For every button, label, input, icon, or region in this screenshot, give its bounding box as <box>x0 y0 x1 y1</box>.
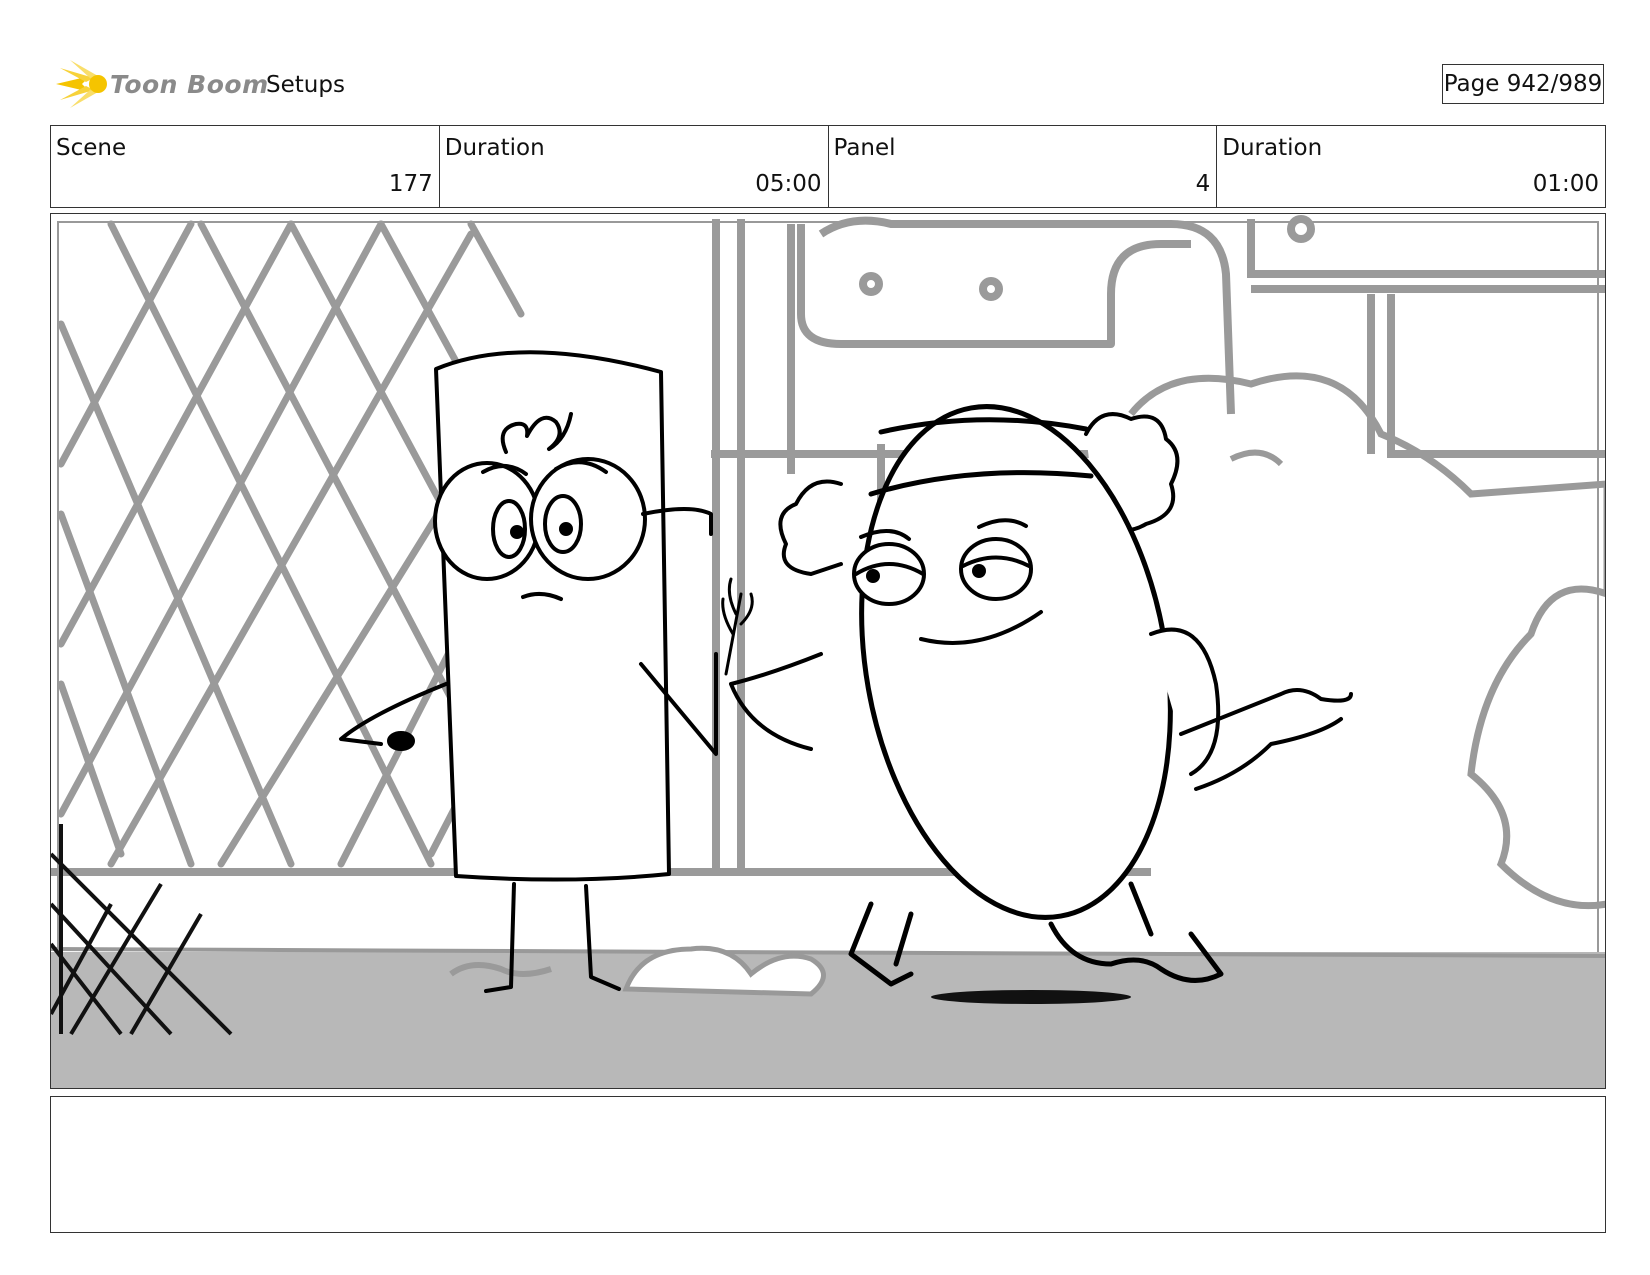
floor-rocks <box>622 945 826 997</box>
scene-cell: Scene 177 <box>51 126 440 207</box>
tall-character <box>339 350 718 993</box>
scene-value: 177 <box>388 171 433 197</box>
ground-shadow <box>931 990 1131 1004</box>
scene-duration-value: 05:00 <box>755 171 822 197</box>
scene-duration-cell: Duration 05:00 <box>440 126 829 207</box>
page-indicator: Page 942/989 <box>1442 64 1604 104</box>
panel-cell: Panel 4 <box>829 126 1218 207</box>
background-window <box>1247 215 1605 458</box>
storyboard-panel <box>50 213 1606 1089</box>
scene-label: Scene <box>56 135 127 161</box>
sun-burst-icon <box>56 60 107 108</box>
panel-drawing <box>51 215 1605 1088</box>
panel-duration-label: Duration <box>1222 135 1323 161</box>
panel-duration-value: 01:00 <box>1532 171 1599 197</box>
scene-duration-label: Duration <box>444 135 545 161</box>
panel-value: 4 <box>1195 171 1211 197</box>
scene-info-row: Scene 177 Duration 05:00 Panel 4 Duratio… <box>50 125 1606 208</box>
panel-label: Panel <box>833 135 896 161</box>
panel-duration-cell: Duration 01:00 <box>1217 126 1605 207</box>
round-character <box>721 404 1353 987</box>
logo-wordmark: Toon Boom <box>110 70 269 99</box>
panel-notes <box>50 1096 1606 1233</box>
section-title: Setups <box>266 72 345 98</box>
floor <box>51 952 1605 1088</box>
